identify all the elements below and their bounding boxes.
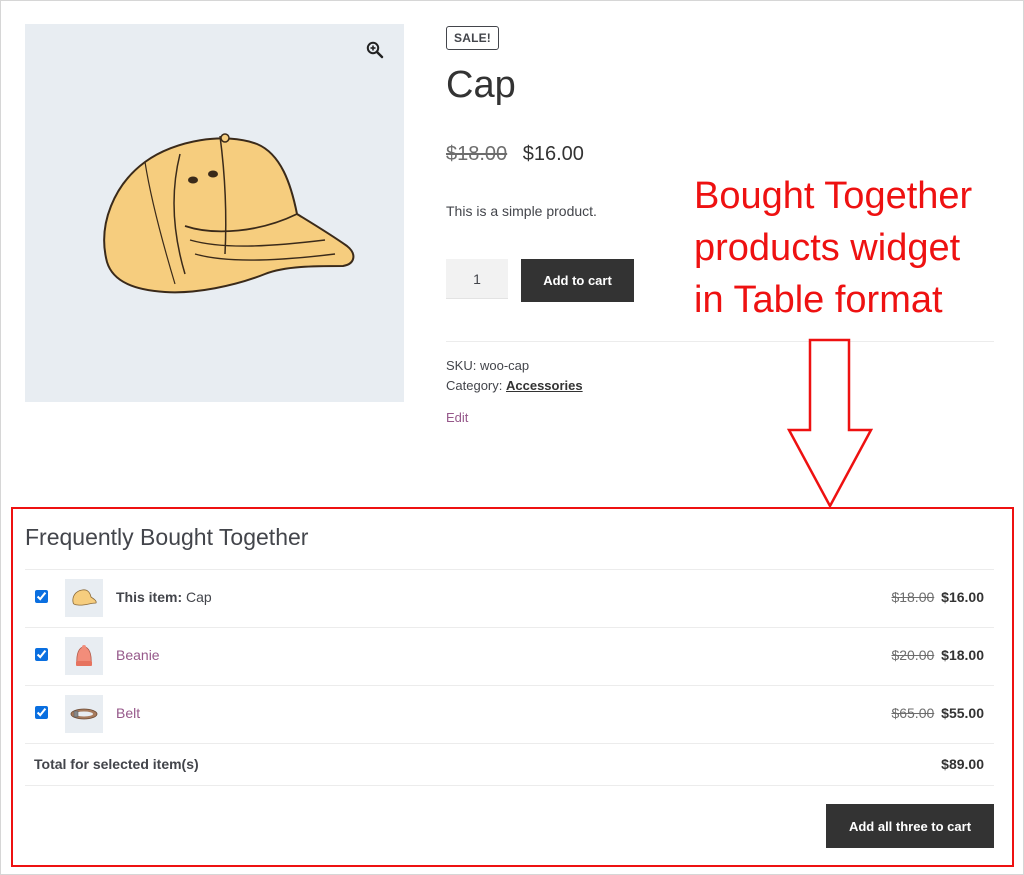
edit-link[interactable]: Edit <box>446 410 468 425</box>
item-checkbox[interactable] <box>35 590 48 603</box>
add-to-cart-button[interactable]: Add to cart <box>521 259 634 302</box>
item-regular-price: $18.00 <box>891 589 935 605</box>
product-price: $18.00 $16.00 <box>446 143 584 166</box>
total-row: Total for selected item(s) $89.00 <box>25 744 994 786</box>
item-link[interactable]: Belt <box>116 705 140 721</box>
product-thumbnail[interactable] <box>65 695 103 733</box>
cap-illustration <box>103 133 355 294</box>
sku-label: SKU: <box>446 358 477 373</box>
item-price: $18.00 $16.00 <box>891 589 984 605</box>
table-row: This item: Cap $18.00 $16.00 <box>25 570 994 628</box>
category-line: Category: Accessories <box>446 376 583 396</box>
annotation-arrow <box>786 338 874 509</box>
item-price: $20.00 $18.00 <box>891 647 984 663</box>
item-price: $65.00 $55.00 <box>891 705 984 721</box>
this-item-label: This item: <box>116 589 183 605</box>
belt-thumb-icon <box>70 708 98 720</box>
add-all-to-cart-button[interactable]: Add all three to cart <box>826 804 994 848</box>
item-name: This item: Cap <box>116 589 212 605</box>
total-label: Total for selected item(s) <box>34 756 199 772</box>
item-sale-price: $55.00 <box>941 705 984 721</box>
fbt-title: Frequently Bought Together <box>25 524 309 550</box>
table-row: Beanie $20.00 $18.00 <box>25 628 994 686</box>
item-checkbox[interactable] <box>35 648 48 661</box>
product-title: Cap <box>446 64 516 106</box>
table-row: Belt $65.00 $55.00 <box>25 686 994 744</box>
sku-value: woo-cap <box>479 358 530 373</box>
product-thumbnail[interactable] <box>65 579 103 617</box>
category-link[interactable]: Accessories <box>506 378 583 393</box>
item-sale-price: $16.00 <box>941 589 984 605</box>
item-checkbox[interactable] <box>35 706 48 719</box>
item-regular-price: $20.00 <box>891 647 935 663</box>
product-image[interactable] <box>25 24 404 402</box>
regular-price: $18.00 <box>446 143 508 165</box>
annotation-text: Bought Together products widget in Table… <box>694 170 972 326</box>
annotation-line-2: products widget <box>694 227 961 269</box>
fbt-table: This item: Cap $18.00 $16.00 Beanie $20.… <box>25 569 994 786</box>
zoom-in-icon[interactable] <box>366 41 384 59</box>
item-link[interactable]: Beanie <box>116 647 160 663</box>
sale-price: $16.00 <box>522 143 584 165</box>
product-description: This is a simple product. <box>446 203 597 219</box>
category-label: Category: <box>446 378 503 393</box>
item-regular-price: $65.00 <box>891 705 935 721</box>
divider <box>446 341 994 342</box>
sku-line: SKU: woo-cap <box>446 356 583 376</box>
item-title: Cap <box>186 589 212 605</box>
item-name: Beanie <box>116 647 160 663</box>
product-meta: SKU: woo-cap Category: Accessories <box>446 356 583 396</box>
annotation-line-3: in Table format <box>694 279 943 321</box>
sale-badge: SALE! <box>446 26 499 50</box>
cap-thumb-icon <box>72 589 97 606</box>
item-sale-price: $18.00 <box>941 647 984 663</box>
product-thumbnail[interactable] <box>65 637 103 675</box>
item-name: Belt <box>116 705 140 721</box>
beanie-thumb-icon <box>76 645 92 666</box>
total-value: $89.00 <box>941 756 984 772</box>
annotation-line-1: Bought Together <box>694 175 973 217</box>
quantity-input[interactable] <box>446 259 508 299</box>
